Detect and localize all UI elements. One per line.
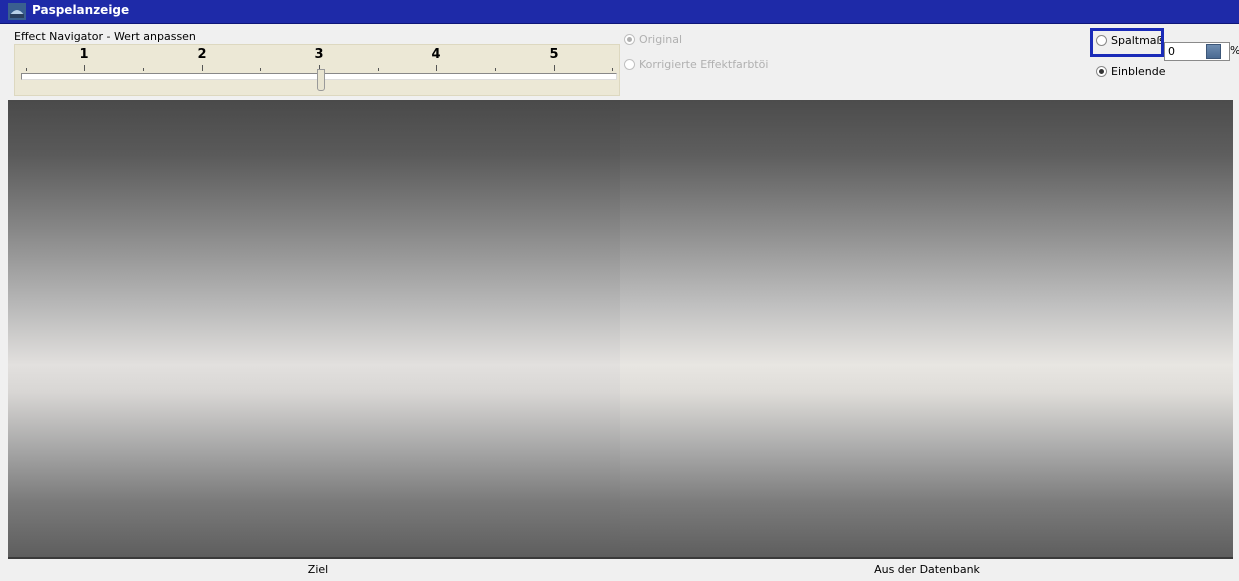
effect-navigator-slider[interactable]: 1 2 3 4 5: [14, 44, 620, 96]
title-bar: Paspelanzeige: [0, 0, 1239, 24]
slider-tick: [84, 65, 85, 71]
database-label: Aus der Datenbank: [874, 563, 980, 576]
percent-unit: %: [1230, 44, 1239, 57]
fade-radio-label: Einblende: [1111, 65, 1166, 78]
slider-thumb[interactable]: [317, 69, 325, 91]
slider-tick: [26, 68, 27, 71]
slider-tick: [202, 65, 203, 71]
tick-label: 3: [314, 47, 324, 62]
tick-label: 2: [197, 47, 207, 62]
corrected-effect-radio-label: Korrigierte Effektfarbtöi: [639, 58, 769, 71]
corrected-effect-radio[interactable]: Korrigierte Effektfarbtöi: [624, 58, 768, 71]
slider-tick: [378, 68, 379, 71]
window-title: Paspelanzeige: [32, 3, 130, 17]
selection-highlight: [1090, 28, 1164, 57]
tick-label: 5: [549, 47, 559, 62]
original-radio-label: Original: [639, 33, 683, 46]
app-icon: [8, 3, 26, 20]
tick-label: 4: [431, 47, 441, 62]
radio-indicator: [1096, 66, 1107, 77]
spinner-button[interactable]: [1206, 44, 1221, 59]
slider-tick: [260, 68, 261, 71]
radio-indicator: [624, 34, 635, 45]
target-label: Ziel: [307, 563, 329, 576]
slider-tick: [495, 68, 496, 71]
radio-indicator: [624, 59, 635, 70]
original-radio[interactable]: Original: [624, 33, 682, 46]
preview-divider: [8, 557, 1233, 559]
piping-preview: [8, 100, 1233, 557]
effect-navigator-label: Effect Navigator - Wert anpassen: [14, 30, 196, 43]
fade-radio[interactable]: Einblende: [1096, 65, 1166, 78]
slider-tick: [554, 65, 555, 71]
tick-label: 1: [79, 47, 89, 62]
slider-tick: [612, 68, 613, 71]
slider-tick: [436, 65, 437, 71]
slider-tick: [143, 68, 144, 71]
database-preview: [620, 100, 1233, 557]
